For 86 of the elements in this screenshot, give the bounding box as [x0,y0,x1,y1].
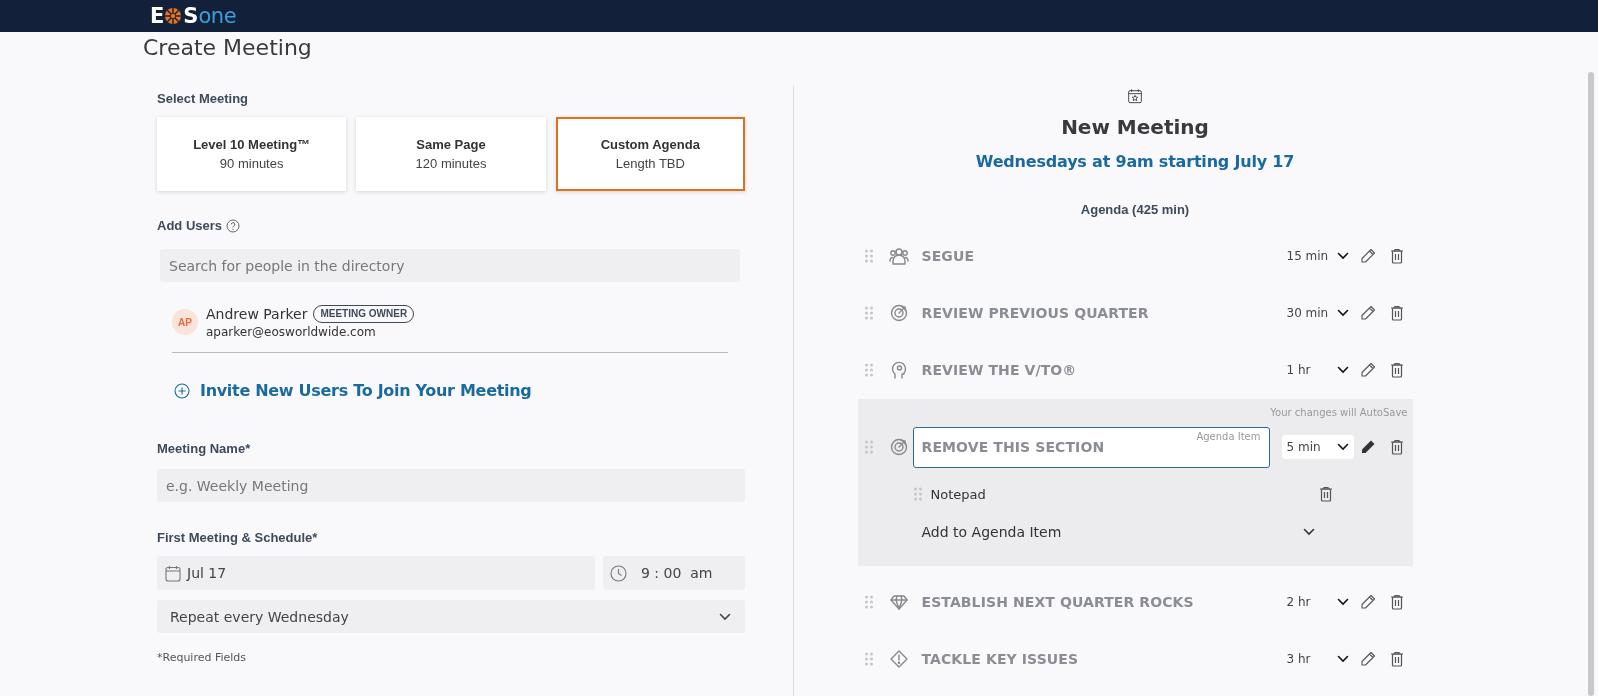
meeting-type-title: Custom Agenda [600,137,700,152]
agenda-item-title: REMOVE THIS SECTION [921,439,1105,455]
meeting-title: New Meeting [1061,114,1209,140]
agenda-item-title: ESTABLISH NEXT QUARTER ROCKS [921,594,1194,610]
repeat-dropdown[interactable]: Repeat every Wednesday [157,600,745,633]
target-icon [889,438,908,456]
calendar-icon [165,564,181,582]
logo: E Sone [149,5,238,27]
trash-icon[interactable] [1318,486,1333,502]
diamond-icon [889,594,908,610]
user-name: Andrew Parker [206,305,308,324]
trash-icon[interactable] [1389,362,1404,378]
drag-handle-icon[interactable] [864,440,873,454]
trash-icon[interactable] [1389,439,1404,455]
date-value: Jul 17 [187,565,227,581]
field-label: Meeting Name* [157,440,252,458]
pencil-icon[interactable] [1359,594,1376,610]
chevron-down-icon [1336,655,1349,663]
pencil-icon[interactable] [1359,248,1376,264]
trash-icon[interactable] [1389,594,1404,610]
chevron-down-icon [1302,528,1315,536]
target-icon [889,304,908,322]
chevron-down-icon [1336,366,1349,374]
chevron-down-icon [1336,309,1349,317]
date-field[interactable]: Jul 17 [157,556,595,590]
required-note: *Required Fields [157,650,248,666]
time-value: 9 : 00 am [641,565,713,581]
meeting-type-length: Length TBD [615,156,685,171]
drag-handle-icon[interactable] [913,487,922,501]
sub-item-label: Notepad [930,486,987,502]
meeting-type-title: Level 10 Meeting™ [193,137,311,152]
field-label: First Meeting & Schedule* [157,529,319,547]
help-icon[interactable] [226,219,241,233]
pencil-icon[interactable] [1359,305,1376,321]
drag-handle-icon[interactable] [864,363,873,377]
agenda-item-title: SEGUE [921,248,975,264]
meeting-type-card[interactable]: Custom Agenda Length TBD [555,117,745,191]
meeting-type-length: 90 minutes [219,156,284,171]
chevron-down-icon [719,612,731,621]
pencil-icon[interactable] [1359,439,1376,455]
add-dropdown[interactable]: Add to Agenda Item [919,520,1317,544]
people-icon [888,247,909,265]
warning-icon [889,650,908,668]
duration-dropdown[interactable]: 1 hr [1281,358,1354,382]
time-field[interactable]: 9 : 00 am [603,556,745,590]
agenda-item-title: REVIEW THE V/TO® [921,362,1077,378]
meeting-name-field[interactable]: e.g. Weekly Meeting [157,469,745,502]
avatar: AP [172,309,198,335]
duration-dropdown[interactable]: 2 hr [1281,590,1354,614]
meeting-type-card[interactable]: Level 10 Meeting™ 90 minutes [157,117,347,191]
agenda-heading: Agenda (425 min) [1080,201,1190,219]
trash-icon[interactable] [1389,651,1404,667]
chevron-down-icon [1336,598,1349,606]
agenda-item-title: REVIEW PREVIOUS QUARTER [921,305,1149,321]
search-field[interactable]: Search for people in the directory [160,249,740,282]
trash-icon[interactable] [1389,248,1404,264]
dropdown-value: Repeat every Wednesday [170,608,349,625]
invite-link[interactable]: Invite New Users To Join Your Meeting [200,380,532,402]
drag-handle-icon[interactable] [864,249,873,263]
meeting-schedule: Wednesdays at 9am starting July 17 [975,151,1295,173]
meeting-type-length: 120 minutes [415,156,487,171]
agenda-item-title: TACKLE KEY ISSUES [921,651,1079,667]
meeting-type-card[interactable]: Same Page 120 minutes [356,117,546,191]
meeting-type-title: Same Page [416,137,486,152]
floating-label: Agenda Item [1196,430,1261,442]
duration-dropdown[interactable]: 3 hr [1281,647,1354,671]
pencil-icon[interactable] [1359,651,1376,667]
duration-dropdown[interactable]: 15 min [1281,244,1354,268]
plus-circle-icon[interactable] [174,383,190,399]
duration-dropdown[interactable]: 30 min [1281,301,1354,325]
page-title: Create Meeting [143,34,313,62]
chevron-down-icon [1336,252,1349,260]
drag-handle-icon[interactable] [864,595,873,609]
chevron-down-icon [1336,443,1349,451]
user-email: aparker@eosworldwide.com [206,324,377,340]
clock-icon [610,564,627,582]
drag-handle-icon[interactable] [864,652,873,666]
section-label: Select Meeting [157,90,250,108]
duration-dropdown[interactable]: 5 min [1281,435,1354,459]
sun-icon [164,7,183,25]
drag-handle-icon[interactable] [864,306,873,320]
trash-icon[interactable] [1389,305,1404,321]
scrollbar-thumb[interactable] [1588,72,1594,696]
autosave-note: Your changes will AutoSave [1269,406,1409,420]
section-label: Add Users [157,217,223,235]
pencil-icon[interactable] [1359,362,1376,378]
